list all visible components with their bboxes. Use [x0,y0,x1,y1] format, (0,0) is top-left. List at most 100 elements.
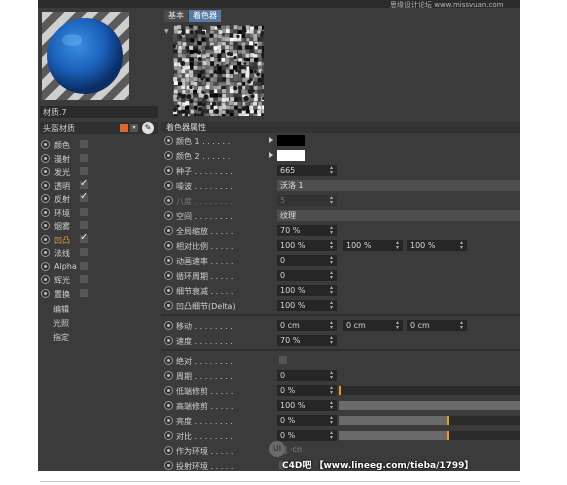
sub-item[interactable]: 编辑 [53,304,69,316]
speed-radio[interactable] [164,336,173,345]
octaves-radio[interactable] [164,196,173,205]
contrast-slider[interactable] [339,431,520,440]
color1-anim-radio[interactable] [164,136,173,145]
sub-item[interactable]: 指定 [53,332,69,344]
channel-radio[interactable] [41,140,50,149]
channel-checkbox[interactable] [80,261,88,270]
detail-atten-radio[interactable] [164,286,173,295]
channel-radio[interactable] [41,180,50,190]
channel-checkbox[interactable] [80,167,88,175]
low-clip-field[interactable]: 0 % ▴ ▾ [277,385,337,396]
high-clip-radio[interactable] [164,401,173,410]
channel-item[interactable]: 辉光 [40,273,130,286]
tab-shader[interactable]: 着色器 [189,10,221,22]
channel-item[interactable]: 反射 ✓ [40,191,130,205]
loop-period-radio[interactable] [164,271,173,280]
collapse-triangle-icon[interactable]: ▼ [164,28,169,35]
low-clip-slider[interactable] [339,386,520,395]
bump-delta-field[interactable]: 100 % ▴ ▾ [277,300,337,311]
head-material-row[interactable]: 头盔材质 ▾ ✎ [40,122,158,134]
brightness-field[interactable]: 0 % ▴ ▾ [277,415,337,426]
channel-radio[interactable] [41,207,50,217]
color2-expand-icon[interactable] [269,152,273,158]
material-name-field[interactable]: 材质.7 [40,106,158,118]
channel-item[interactable]: Alpha [40,260,130,273]
anim-speed-radio[interactable] [164,256,173,265]
seed-field[interactable]: 665 ▴ ▾ [277,165,337,176]
move-x-field[interactable]: 0 cm ▴ ▾ [277,320,337,331]
period-radio[interactable] [164,371,173,380]
tab-basic[interactable]: 基本 [164,10,188,22]
channel-item[interactable]: 漫射 [40,152,130,165]
brightness-slider[interactable] [339,416,520,425]
channel-checkbox[interactable] [80,288,88,297]
bump-delta-radio[interactable] [164,301,173,310]
seed-radio[interactable] [164,166,173,175]
channel-item[interactable]: 发光 [40,165,130,178]
color2-anim-radio[interactable] [164,151,173,160]
head-material-color-swatch[interactable] [120,124,128,132]
speed-field[interactable]: 70 % ▴ ▾ [277,335,337,346]
color2-swatch[interactable] [277,150,305,161]
move-y-field[interactable]: 0 cm ▴ ▾ [343,320,403,331]
project-env-radio[interactable] [164,461,173,470]
channel-item[interactable]: 法线 [40,246,130,259]
channel-radio[interactable] [41,275,50,284]
channel-checkbox[interactable] [80,207,88,216]
eyedropper-icon[interactable]: ✎ [142,122,154,134]
color1-expand-icon[interactable] [269,137,273,143]
sub-item[interactable]: 光照 [53,318,69,330]
channel-checkbox[interactable] [80,140,88,148]
relative-scale-x-field[interactable]: 100 % ▴ ▾ [277,240,337,251]
channel-checkbox[interactable] [80,248,88,256]
channel-item[interactable]: 环境 [40,206,130,219]
global-scale-field[interactable]: 70 % ▴ ▾ [277,225,337,236]
relative-scale-z-field[interactable]: 100 % ▴ ▾ [407,240,467,251]
material-preview[interactable] [42,12,129,100]
contrast-radio[interactable] [164,431,173,440]
move-z-field[interactable]: 0 cm ▴ ▾ [407,320,467,331]
absolute-radio[interactable] [164,356,173,365]
anim-speed-field[interactable]: 0 ▴ ▾ [277,255,337,266]
material-editor-window: 材质.7 头盔材质 ▾ ✎ 颜色 漫射 发光 透明 ✓ 反射 ✓ 环境 烟雾 凹凸 ✓ 法线 Alpha… [38,0,520,471]
absolute-checkbox[interactable] [279,356,287,364]
noise-dropdown[interactable]: 沃洛 1▾ [277,180,520,191]
slider-handle[interactable] [339,386,341,395]
high-clip-field[interactable]: 100 % ▴ ▾ [277,400,337,411]
channel-checkbox[interactable] [80,221,88,229]
contrast-field[interactable]: 0 % ▴ ▾ [277,430,337,441]
channel-item[interactable]: 透明 ✓ [40,178,130,192]
period-field[interactable]: 0 ▴ ▾ [277,370,337,381]
channel-radio[interactable] [41,234,50,244]
relative-scale-radio[interactable] [164,241,173,250]
dropdown-arrow-icon[interactable]: ▾ [130,124,138,132]
high-clip-slider[interactable] [339,401,520,410]
channel-radio[interactable] [41,248,50,257]
relative-scale-y-field[interactable]: 100 % ▴ ▾ [343,240,403,251]
channel-checkbox[interactable] [80,275,88,283]
noise-radio[interactable] [164,181,173,190]
move-radio[interactable] [164,321,173,330]
color1-swatch[interactable] [277,135,305,146]
channel-radio[interactable] [41,288,50,298]
channel-item[interactable]: 颜色 [40,138,130,151]
slider-handle[interactable] [447,416,449,425]
channel-radio[interactable] [41,194,50,203]
channel-item[interactable]: 烟雾 [40,219,130,232]
channel-radio[interactable] [41,153,50,163]
space-dropdown[interactable]: 纹理▾ [277,210,520,221]
loop-period-field[interactable]: 0 ▴ ▾ [277,270,337,281]
brightness-radio[interactable] [164,416,173,425]
low-clip-radio[interactable] [164,386,173,395]
detail-atten-field[interactable]: 100 % ▴ ▾ [277,285,337,296]
channel-radio[interactable] [41,221,50,230]
channel-radio[interactable] [41,167,50,176]
space-radio[interactable] [164,211,173,220]
channel-item[interactable]: 凹凸 ✓ [40,232,130,246]
slider-handle[interactable] [447,431,449,440]
channel-checkbox[interactable] [80,153,88,162]
as-env-radio[interactable] [164,446,173,455]
channel-item[interactable]: 置换 [40,287,130,300]
global-scale-radio[interactable] [164,226,173,235]
channel-radio[interactable] [41,261,50,271]
